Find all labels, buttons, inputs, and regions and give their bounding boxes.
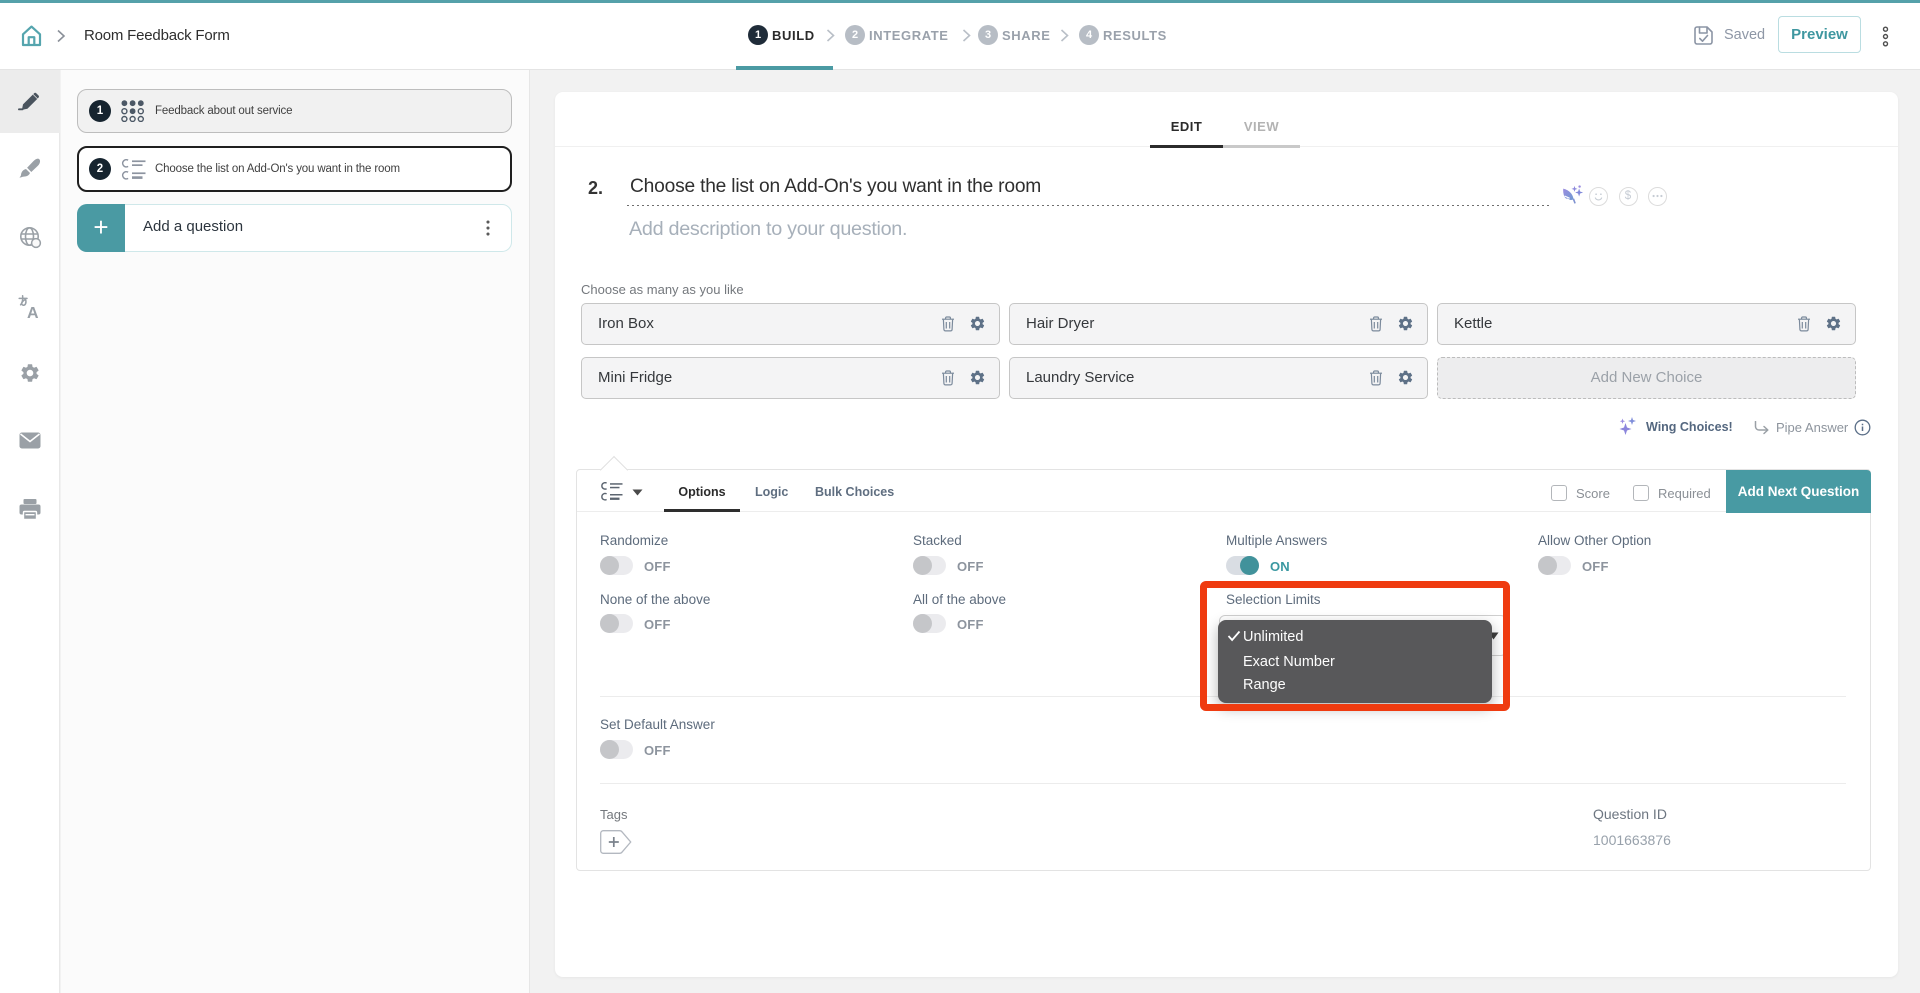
svg-text:A: A: [27, 305, 39, 319]
